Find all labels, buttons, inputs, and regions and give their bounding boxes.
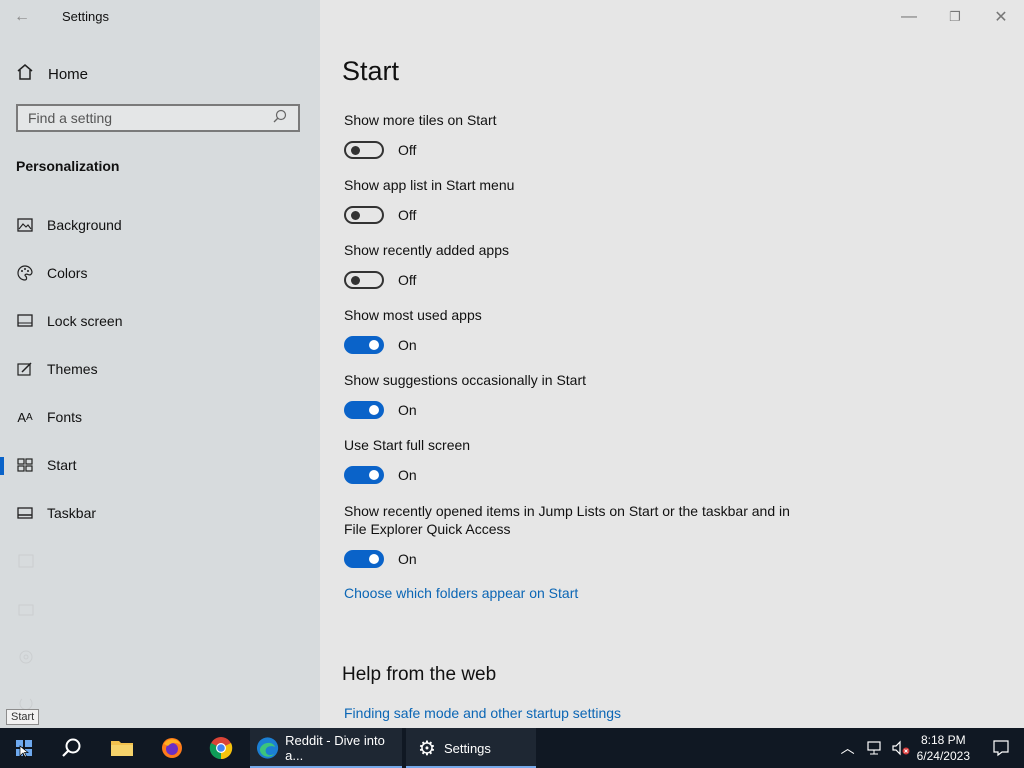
gear-icon: ⚙: [418, 737, 436, 760]
faded-folder-icon: [18, 604, 34, 616]
toggle-state: On: [398, 402, 417, 418]
edge-window-title: Reddit - Dive into a...: [285, 733, 385, 763]
choose-folders-link[interactable]: Choose which folders appear on Start: [344, 585, 578, 601]
sidebar-item-background[interactable]: Background: [0, 208, 320, 242]
suggestions-toggle[interactable]: [344, 401, 384, 419]
setting-label: Show recently opened items in Jump Lists…: [344, 503, 790, 537]
faded-gear-icon: [19, 650, 33, 664]
search-placeholder: Find a setting: [28, 110, 113, 126]
jump-lists-toggle[interactable]: [344, 550, 384, 568]
system-tray: ︿ 8:18 PM 6/24/2023: [841, 728, 1024, 768]
settings-taskbar-button[interactable]: ⚙ Settings: [406, 728, 536, 768]
search-input[interactable]: Find a setting: [16, 104, 300, 132]
chrome-button[interactable]: [197, 728, 245, 768]
full-screen-toggle[interactable]: [344, 466, 384, 484]
setting-recently-added: Show recently added apps Off: [344, 241, 814, 289]
fonts-icon: AA: [17, 409, 33, 425]
search-taskbar-button[interactable]: [48, 728, 96, 768]
toggle-state: On: [398, 337, 417, 353]
toggle-state: Off: [398, 207, 417, 223]
home-icon: [16, 63, 34, 85]
clock[interactable]: 8:18 PM 6/24/2023: [917, 732, 970, 764]
toggle-state: Off: [398, 142, 417, 158]
setting-label: Show recently added apps: [344, 242, 509, 258]
start-button[interactable]: [0, 728, 48, 768]
sidebar-item-taskbar[interactable]: Taskbar: [0, 496, 320, 530]
firefox-button[interactable]: [148, 728, 196, 768]
sidebar-item-label: Lock screen: [47, 313, 123, 329]
setting-full-screen: Use Start full screen On: [344, 436, 814, 484]
sidebar-item-label: Taskbar: [47, 505, 97, 521]
toggle-state: On: [398, 551, 417, 567]
lock-screen-icon: [16, 314, 34, 328]
chrome-icon: [209, 737, 233, 760]
home-nav-item[interactable]: Home: [16, 62, 88, 86]
settings-content: — ❐ ✕ Start Show more tiles on Start Off…: [320, 0, 1024, 728]
sidebar-item-label: Start: [47, 457, 77, 473]
sidebar-item-fonts[interactable]: AA Fonts: [0, 400, 320, 434]
firefox-icon: [162, 738, 182, 758]
action-center-icon[interactable]: [992, 739, 1010, 757]
toggle-state: On: [398, 467, 417, 483]
image-icon: [16, 218, 34, 232]
folder-icon: [111, 741, 133, 756]
start-tooltip: Start: [6, 709, 40, 725]
network-icon[interactable]: [865, 740, 883, 756]
close-button[interactable]: ✕: [978, 2, 1024, 32]
sidebar-item-start[interactable]: Start: [0, 448, 320, 482]
back-arrow-icon[interactable]: ←: [14, 8, 34, 26]
setting-label: Show app list in Start menu: [344, 177, 515, 193]
search-icon: [62, 738, 81, 757]
app-list-toggle[interactable]: [344, 206, 384, 224]
sidebar-item-colors[interactable]: Colors: [0, 256, 320, 290]
setting-most-used: Show most used apps On: [344, 306, 814, 354]
settings-window-title: Settings: [443, 740, 491, 756]
sidebar-item-label: Background: [47, 217, 122, 233]
setting-label: Show suggestions occasionally in Start: [344, 372, 587, 388]
section-title: Personalization: [16, 158, 120, 174]
chevron-up-icon[interactable]: ︿: [841, 738, 855, 758]
clock-date: 6/24/2023: [916, 749, 970, 763]
active-indicator: [0, 457, 4, 475]
app-title: Settings: [62, 9, 109, 24]
faded-image-icon: [18, 554, 34, 568]
settings-sidebar: ← Settings Home Find a setting Personali…: [0, 0, 320, 728]
help-title: Help from the web: [342, 664, 497, 685]
file-explorer-button[interactable]: [98, 728, 146, 768]
edge-taskbar-button[interactable]: Reddit - Dive into a...: [250, 728, 402, 768]
more-tiles-toggle[interactable]: [344, 141, 384, 159]
volume-muted-icon[interactable]: [891, 740, 911, 756]
search-icon: [272, 108, 292, 129]
setting-jump-lists: Show recently opened items in Jump Lists…: [344, 502, 814, 568]
setting-label: Show most used apps: [344, 307, 482, 323]
home-label: Home: [48, 65, 89, 83]
sidebar-item-themes[interactable]: Themes: [0, 352, 320, 386]
themes-icon: [16, 361, 34, 377]
taskbar: Reddit - Dive into a... ⚙ Settings ︿ 8:1…: [0, 728, 1024, 768]
setting-app-list: Show app list in Start menu Off: [344, 176, 814, 224]
page-title: Start: [342, 56, 400, 86]
palette-icon: [16, 265, 34, 281]
windows-logo-icon: [16, 740, 32, 757]
most-used-toggle[interactable]: [344, 336, 384, 354]
recently-added-toggle[interactable]: [344, 271, 384, 289]
setting-label: Use Start full screen: [344, 437, 471, 453]
minimize-button[interactable]: —: [886, 2, 932, 32]
sidebar-item-label: Themes: [47, 361, 98, 377]
clock-time: 8:18 PM: [920, 733, 966, 747]
safe-mode-help-link[interactable]: Finding safe mode and other startup sett…: [344, 705, 621, 721]
start-layout-icon: [16, 458, 34, 472]
sidebar-item-lock-screen[interactable]: Lock screen: [0, 304, 320, 338]
taskbar-icon: [16, 506, 34, 520]
toggle-state: Off: [398, 272, 417, 288]
edge-icon: [256, 737, 279, 759]
sidebar-item-label: Colors: [47, 265, 88, 281]
setting-more-tiles: Show more tiles on Start Off: [344, 111, 814, 159]
sidebar-item-label: Fonts: [47, 409, 83, 425]
setting-label: Show more tiles on Start: [344, 112, 497, 128]
restore-button[interactable]: ❐: [932, 2, 978, 32]
setting-suggestions: Show suggestions occasionally in Start O…: [344, 371, 814, 419]
